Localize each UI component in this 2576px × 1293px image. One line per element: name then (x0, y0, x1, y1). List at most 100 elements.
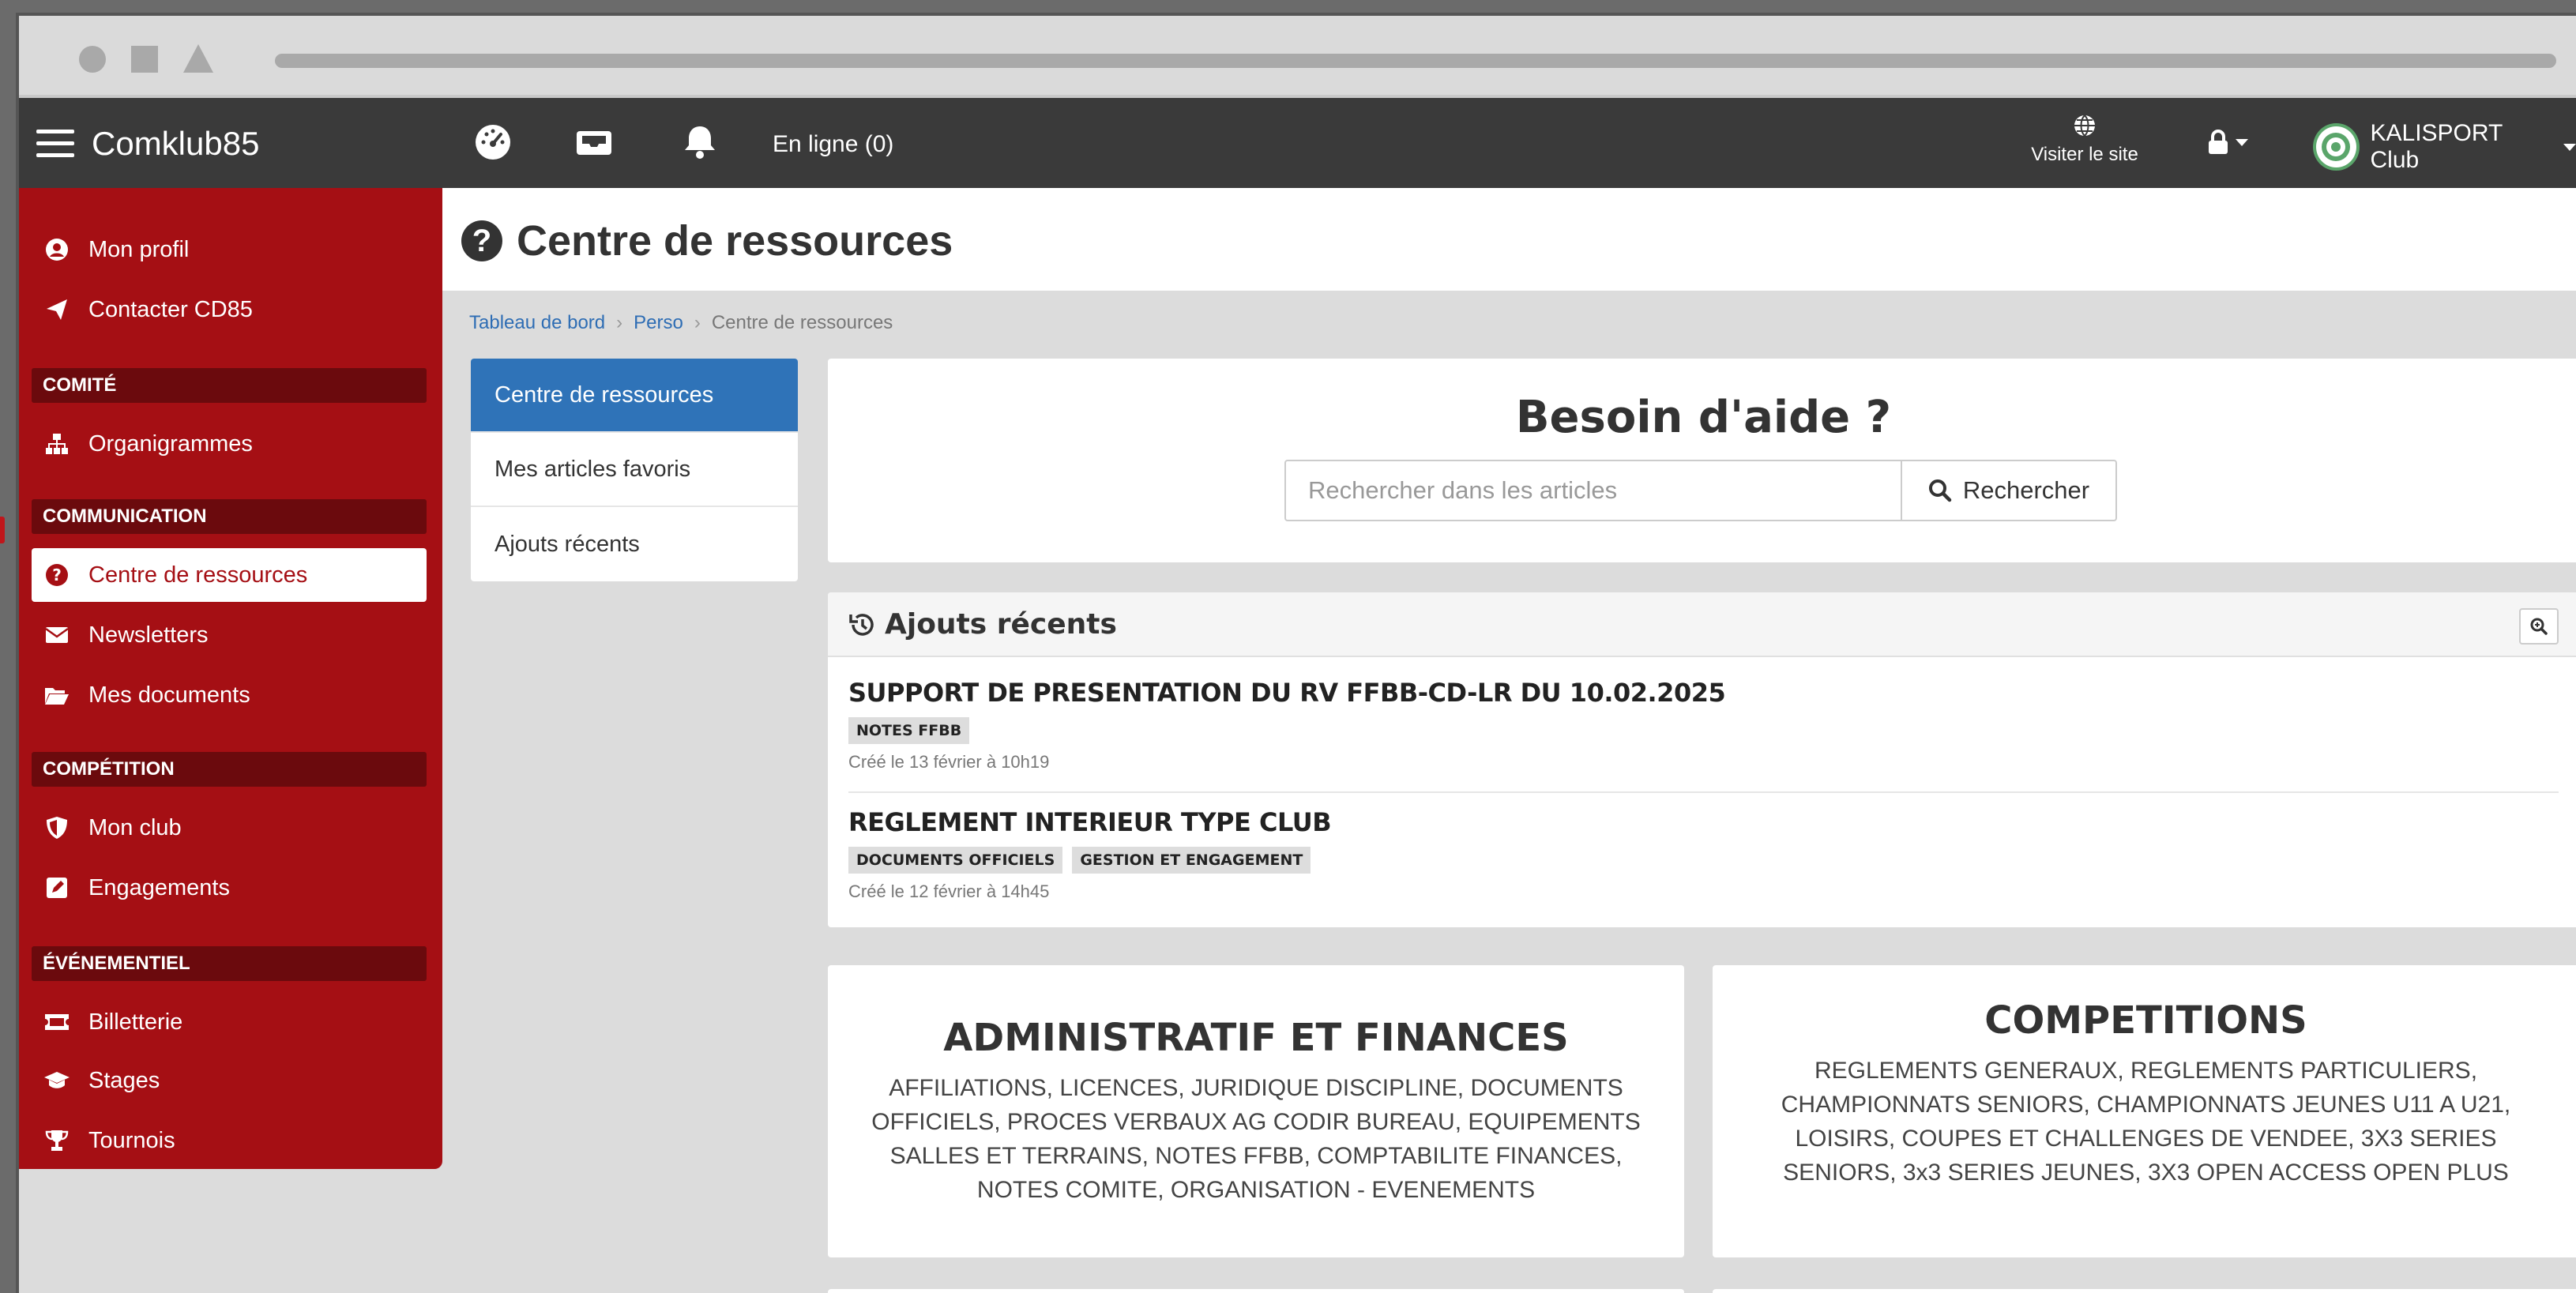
club-name: KALISPORT Club (2370, 120, 2503, 173)
envelope-icon (43, 621, 71, 649)
window-control-square[interactable] (131, 46, 158, 73)
sidebar-item-label: Stages (88, 1067, 160, 1093)
search-button[interactable]: Rechercher (1901, 460, 2117, 521)
club-avatar (2313, 123, 2360, 171)
trophy-icon (43, 1126, 71, 1155)
article-title[interactable]: SUPPORT DE PRESENTATION DU RV FFBB-CD-LR… (848, 678, 2559, 708)
chevron-down-icon (2563, 143, 2576, 151)
sidebar-item-label: Organigrammes (88, 430, 253, 457)
address-bar[interactable] (275, 54, 2556, 68)
sitemap-icon (43, 430, 71, 458)
chevron-down-icon (2236, 138, 2248, 146)
bell-icon[interactable] (679, 122, 720, 163)
sidebar-item-organigrammes[interactable]: Organigrammes (32, 417, 427, 471)
sidebar: Mon profil Contacter CD85 COMITÉ Organig… (19, 188, 442, 1169)
article-date: Créé le 12 février à 14h45 (848, 881, 1050, 901)
breadcrumb-perso[interactable]: Perso (634, 312, 683, 333)
question-circle-icon: ? (43, 561, 71, 589)
sidebar-item-mon-profil[interactable]: Mon profil (32, 223, 427, 276)
ticket-icon (43, 1008, 71, 1036)
category-title: ADMINISTRATIF ET FINANCES (943, 1016, 1569, 1060)
browser-window: Comklub85 En ligne (0) Visiter le site K… (16, 13, 2576, 1293)
recent-article[interactable]: REGLEMENT INTERIEUR TYPE CLUB DOCUMENTS … (848, 807, 2559, 902)
category-title: COMPETITIONS (1984, 998, 2307, 1043)
page-title: ? Centre de ressources (461, 216, 953, 265)
category-card-administratif[interactable]: ADMINISTRATIF ET FINANCES AFFILIATIONS, … (828, 965, 1684, 1257)
sidebar-edge-marker (0, 517, 5, 543)
sidebar-item-mon-club[interactable]: Mon club (32, 801, 427, 855)
brand-name[interactable]: Comklub85 (92, 125, 259, 163)
help-title: Besoin d'aide ? (1515, 392, 1892, 443)
recent-search-button[interactable] (2519, 608, 2559, 645)
search-button-label: Rechercher (1962, 476, 2090, 504)
help-search-panel: Besoin d'aide ? Rechercher (828, 359, 2576, 562)
sidebar-item-label: Mon club (88, 814, 182, 840)
window-control-circle[interactable] (79, 46, 106, 73)
history-icon (849, 613, 874, 636)
sidebar-item-billetterie[interactable]: Billetterie (32, 995, 427, 1049)
sidebar-item-engagements[interactable]: Engagements (32, 861, 427, 915)
club-account-dropdown[interactable]: KALISPORT Club (2313, 120, 2576, 174)
article-tags: DOCUMENTS OFFICIELS GESTION ET ENGAGEMEN… (848, 847, 2559, 874)
sidebar-item-contacter-cd85[interactable]: Contacter CD85 (32, 283, 427, 336)
sidebar-item-stages[interactable]: Stages (32, 1054, 427, 1107)
article-title[interactable]: REGLEMENT INTERIEUR TYPE CLUB (848, 807, 2559, 837)
sidebar-item-label: Engagements (88, 874, 230, 900)
graduation-cap-icon (43, 1066, 71, 1095)
sidebar-item-tournois[interactable]: Tournois (32, 1114, 427, 1167)
category-card-partial[interactable] (828, 1289, 1684, 1293)
window-control-triangle[interactable] (183, 44, 213, 73)
article-tag[interactable]: GESTION ET ENGAGEMENT (1072, 847, 1311, 874)
sidebar-section-communication: COMMUNICATION (32, 499, 427, 534)
paper-plane-icon (43, 295, 71, 324)
sidebar-item-label: Billetterie (88, 1009, 183, 1035)
search-icon (1928, 479, 1952, 502)
sidebar-item-newsletters[interactable]: Newsletters (32, 608, 427, 662)
recent-additions-title: Ajouts récents (848, 608, 1117, 641)
recent-additions-header: Ajouts récents (828, 592, 2576, 657)
question-circle-icon: ? (461, 220, 502, 261)
sidebar-item-label: Contacter CD85 (88, 296, 253, 322)
category-card-partial[interactable] (1713, 1289, 2576, 1293)
category-card-competitions[interactable]: COMPETITIONS REGLEMENTS GENERAUX, REGLEM… (1713, 965, 2576, 1257)
visit-site-label: Visiter le site (2031, 144, 2138, 165)
recent-article[interactable]: SUPPORT DE PRESENTATION DU RV FFBB-CD-LR… (848, 678, 2559, 772)
category-description: REGLEMENTS GENERAUX, REGLEMENTS PARTICUL… (1781, 1058, 2511, 1186)
recent-additions-title-text: Ajouts récents (885, 608, 1117, 641)
sidebar-item-label: Mes documents (88, 682, 250, 708)
browser-chrome (19, 16, 2576, 98)
sidebar-item-label: Centre de ressources (88, 562, 308, 588)
club-logo-icon (2322, 133, 2351, 161)
sidebar-item-mes-documents[interactable]: Mes documents (32, 668, 427, 722)
lock-icon (2209, 130, 2228, 154)
globe-icon (2074, 115, 2095, 137)
dashboard-icon[interactable] (472, 122, 513, 163)
article-tag[interactable]: NOTES FFBB (848, 717, 970, 744)
article-divider (848, 791, 2559, 793)
sidebar-item-label: Tournois (88, 1127, 175, 1153)
lock-dropdown[interactable] (2207, 130, 2248, 155)
search-input[interactable] (1284, 460, 1902, 521)
shield-icon (43, 814, 71, 842)
article-tag[interactable]: DOCUMENTS OFFICIELS (848, 847, 1063, 874)
submenu-ajouts-recents[interactable]: Ajouts récents (471, 507, 798, 581)
submenu-mes-articles-favoris[interactable]: Mes articles favoris (471, 433, 798, 507)
submenu-centre-de-ressources[interactable]: Centre de ressources (471, 359, 798, 433)
sidebar-item-centre-de-ressources[interactable]: ? Centre de ressources (32, 548, 427, 602)
top-navbar: Comklub85 En ligne (0) Visiter le site K… (19, 98, 2576, 188)
sidebar-item-label: Newsletters (88, 622, 209, 648)
sidebar-section-comite: COMITÉ (32, 368, 427, 403)
sidebar-section-evenementiel: ÉVÉNEMENTIEL (32, 946, 427, 981)
sidebar-item-label: Mon profil (88, 236, 190, 262)
visit-site-link[interactable]: Visiter le site (2018, 114, 2152, 166)
breadcrumb: Tableau de bord › Perso › Centre de ressourc… (469, 312, 893, 333)
page-header: ? Centre de ressources (442, 188, 2576, 291)
folder-open-icon (43, 681, 71, 709)
hamburger-menu-icon[interactable] (36, 130, 74, 158)
online-users-link[interactable]: En ligne (0) (773, 131, 893, 158)
inbox-icon[interactable] (573, 122, 615, 163)
edit-icon (43, 874, 71, 902)
breadcrumb-tableau-de-bord[interactable]: Tableau de bord (469, 312, 605, 333)
article-tags: NOTES FFBB (848, 717, 2559, 744)
category-description: AFFILIATIONS, LICENCES, JURIDIQUE DISCIP… (871, 1075, 1641, 1203)
